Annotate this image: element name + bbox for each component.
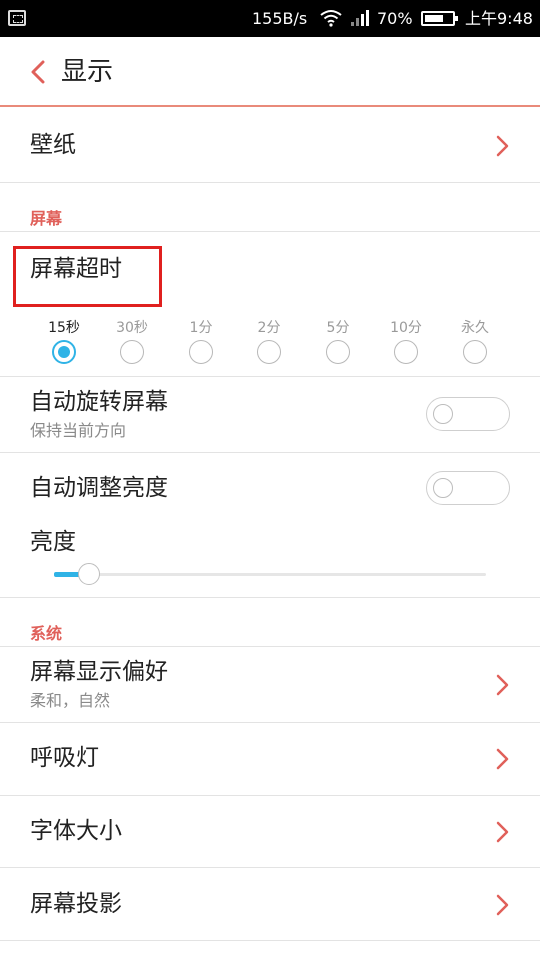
auto-brightness-toggle[interactable] xyxy=(426,471,510,505)
page-title: 显示 xyxy=(61,57,114,87)
chevron-right-icon xyxy=(496,748,509,770)
screen-display-preference-item[interactable]: 屏幕显示偏好 柔和，自然 xyxy=(0,647,540,722)
auto-rotate-item[interactable]: 自动旋转屏幕 保持当前方向 xyxy=(0,377,540,452)
timeout-option-30s[interactable]: 30秒 xyxy=(102,318,162,364)
auto-rotate-toggle[interactable] xyxy=(426,397,510,431)
font-size-item[interactable]: 字体大小 xyxy=(0,796,540,867)
radio-button[interactable] xyxy=(257,340,281,364)
timeout-option-5m[interactable]: 5分 xyxy=(308,318,368,364)
item-label: 屏幕投影 xyxy=(30,891,122,917)
slider-track xyxy=(54,573,486,576)
auto-rotate-subtitle: 保持当前方向 xyxy=(30,421,127,440)
radio-button[interactable] xyxy=(463,340,487,364)
chevron-right-icon xyxy=(496,894,509,916)
option-label: 10分 xyxy=(390,320,422,336)
brightness-item: 亮度 xyxy=(0,521,540,597)
back-arrow-icon[interactable] xyxy=(28,60,50,84)
option-label: 永久 xyxy=(461,320,489,336)
toggle-knob xyxy=(433,404,453,424)
timeout-option-15s[interactable]: 15秒 xyxy=(34,318,94,364)
divider xyxy=(0,940,540,941)
app-header: 显示 xyxy=(0,37,540,107)
option-label: 5分 xyxy=(326,320,350,336)
screenshot-icon xyxy=(8,10,26,26)
signal-icon xyxy=(351,10,369,26)
radio-button[interactable] xyxy=(189,340,213,364)
battery-fill xyxy=(425,15,444,22)
chevron-right-icon xyxy=(496,135,509,157)
screen-timeout-options: 15秒 30秒 1分 2分 5分 10分 永久 xyxy=(0,318,540,370)
battery-percent: 70% xyxy=(377,9,413,28)
section-title-system: 系统 xyxy=(30,624,63,643)
auto-brightness-item[interactable]: 自动调整亮度 xyxy=(0,453,540,521)
timeout-option-2m[interactable]: 2分 xyxy=(239,318,299,364)
clock: 上午9:48 xyxy=(465,9,533,28)
wallpaper-label: 壁纸 xyxy=(30,132,76,158)
chevron-right-icon xyxy=(496,821,509,843)
item-subtitle: 柔和，自然 xyxy=(30,691,111,710)
option-label: 15秒 xyxy=(48,320,80,336)
radio-button[interactable] xyxy=(326,340,350,364)
radio-button[interactable] xyxy=(394,340,418,364)
option-label: 1分 xyxy=(189,320,213,336)
radio-button[interactable] xyxy=(52,340,76,364)
screen-projection-item[interactable]: 屏幕投影 xyxy=(0,868,540,940)
battery-icon xyxy=(421,11,458,26)
option-label: 2分 xyxy=(257,320,281,336)
section-title-screen: 屏幕 xyxy=(30,209,63,228)
status-bar: 155B/s 70% 上午9:48 xyxy=(0,0,540,37)
radio-button[interactable] xyxy=(120,340,144,364)
network-speed: 155B/s xyxy=(252,9,308,28)
item-label: 字体大小 xyxy=(30,818,122,844)
auto-rotate-label: 自动旋转屏幕 xyxy=(30,389,168,415)
highlight-annotation xyxy=(13,246,162,307)
divider xyxy=(0,597,540,598)
wifi-icon xyxy=(320,10,342,27)
brightness-label: 亮度 xyxy=(30,529,76,555)
timeout-option-forever[interactable]: 永久 xyxy=(445,318,505,364)
item-label: 屏幕显示偏好 xyxy=(30,659,168,685)
toggle-knob xyxy=(433,478,453,498)
breathing-light-item[interactable]: 呼吸灯 xyxy=(0,723,540,795)
option-label: 30秒 xyxy=(116,320,148,336)
auto-brightness-label: 自动调整亮度 xyxy=(30,475,168,501)
slider-thumb[interactable] xyxy=(77,563,100,585)
item-label: 呼吸灯 xyxy=(30,745,99,771)
chevron-right-icon xyxy=(496,674,509,696)
timeout-option-10m[interactable]: 10分 xyxy=(376,318,436,364)
brightness-slider[interactable] xyxy=(54,563,486,585)
divider xyxy=(0,182,540,183)
timeout-option-1m[interactable]: 1分 xyxy=(171,318,231,364)
wallpaper-item[interactable]: 壁纸 xyxy=(0,107,540,182)
